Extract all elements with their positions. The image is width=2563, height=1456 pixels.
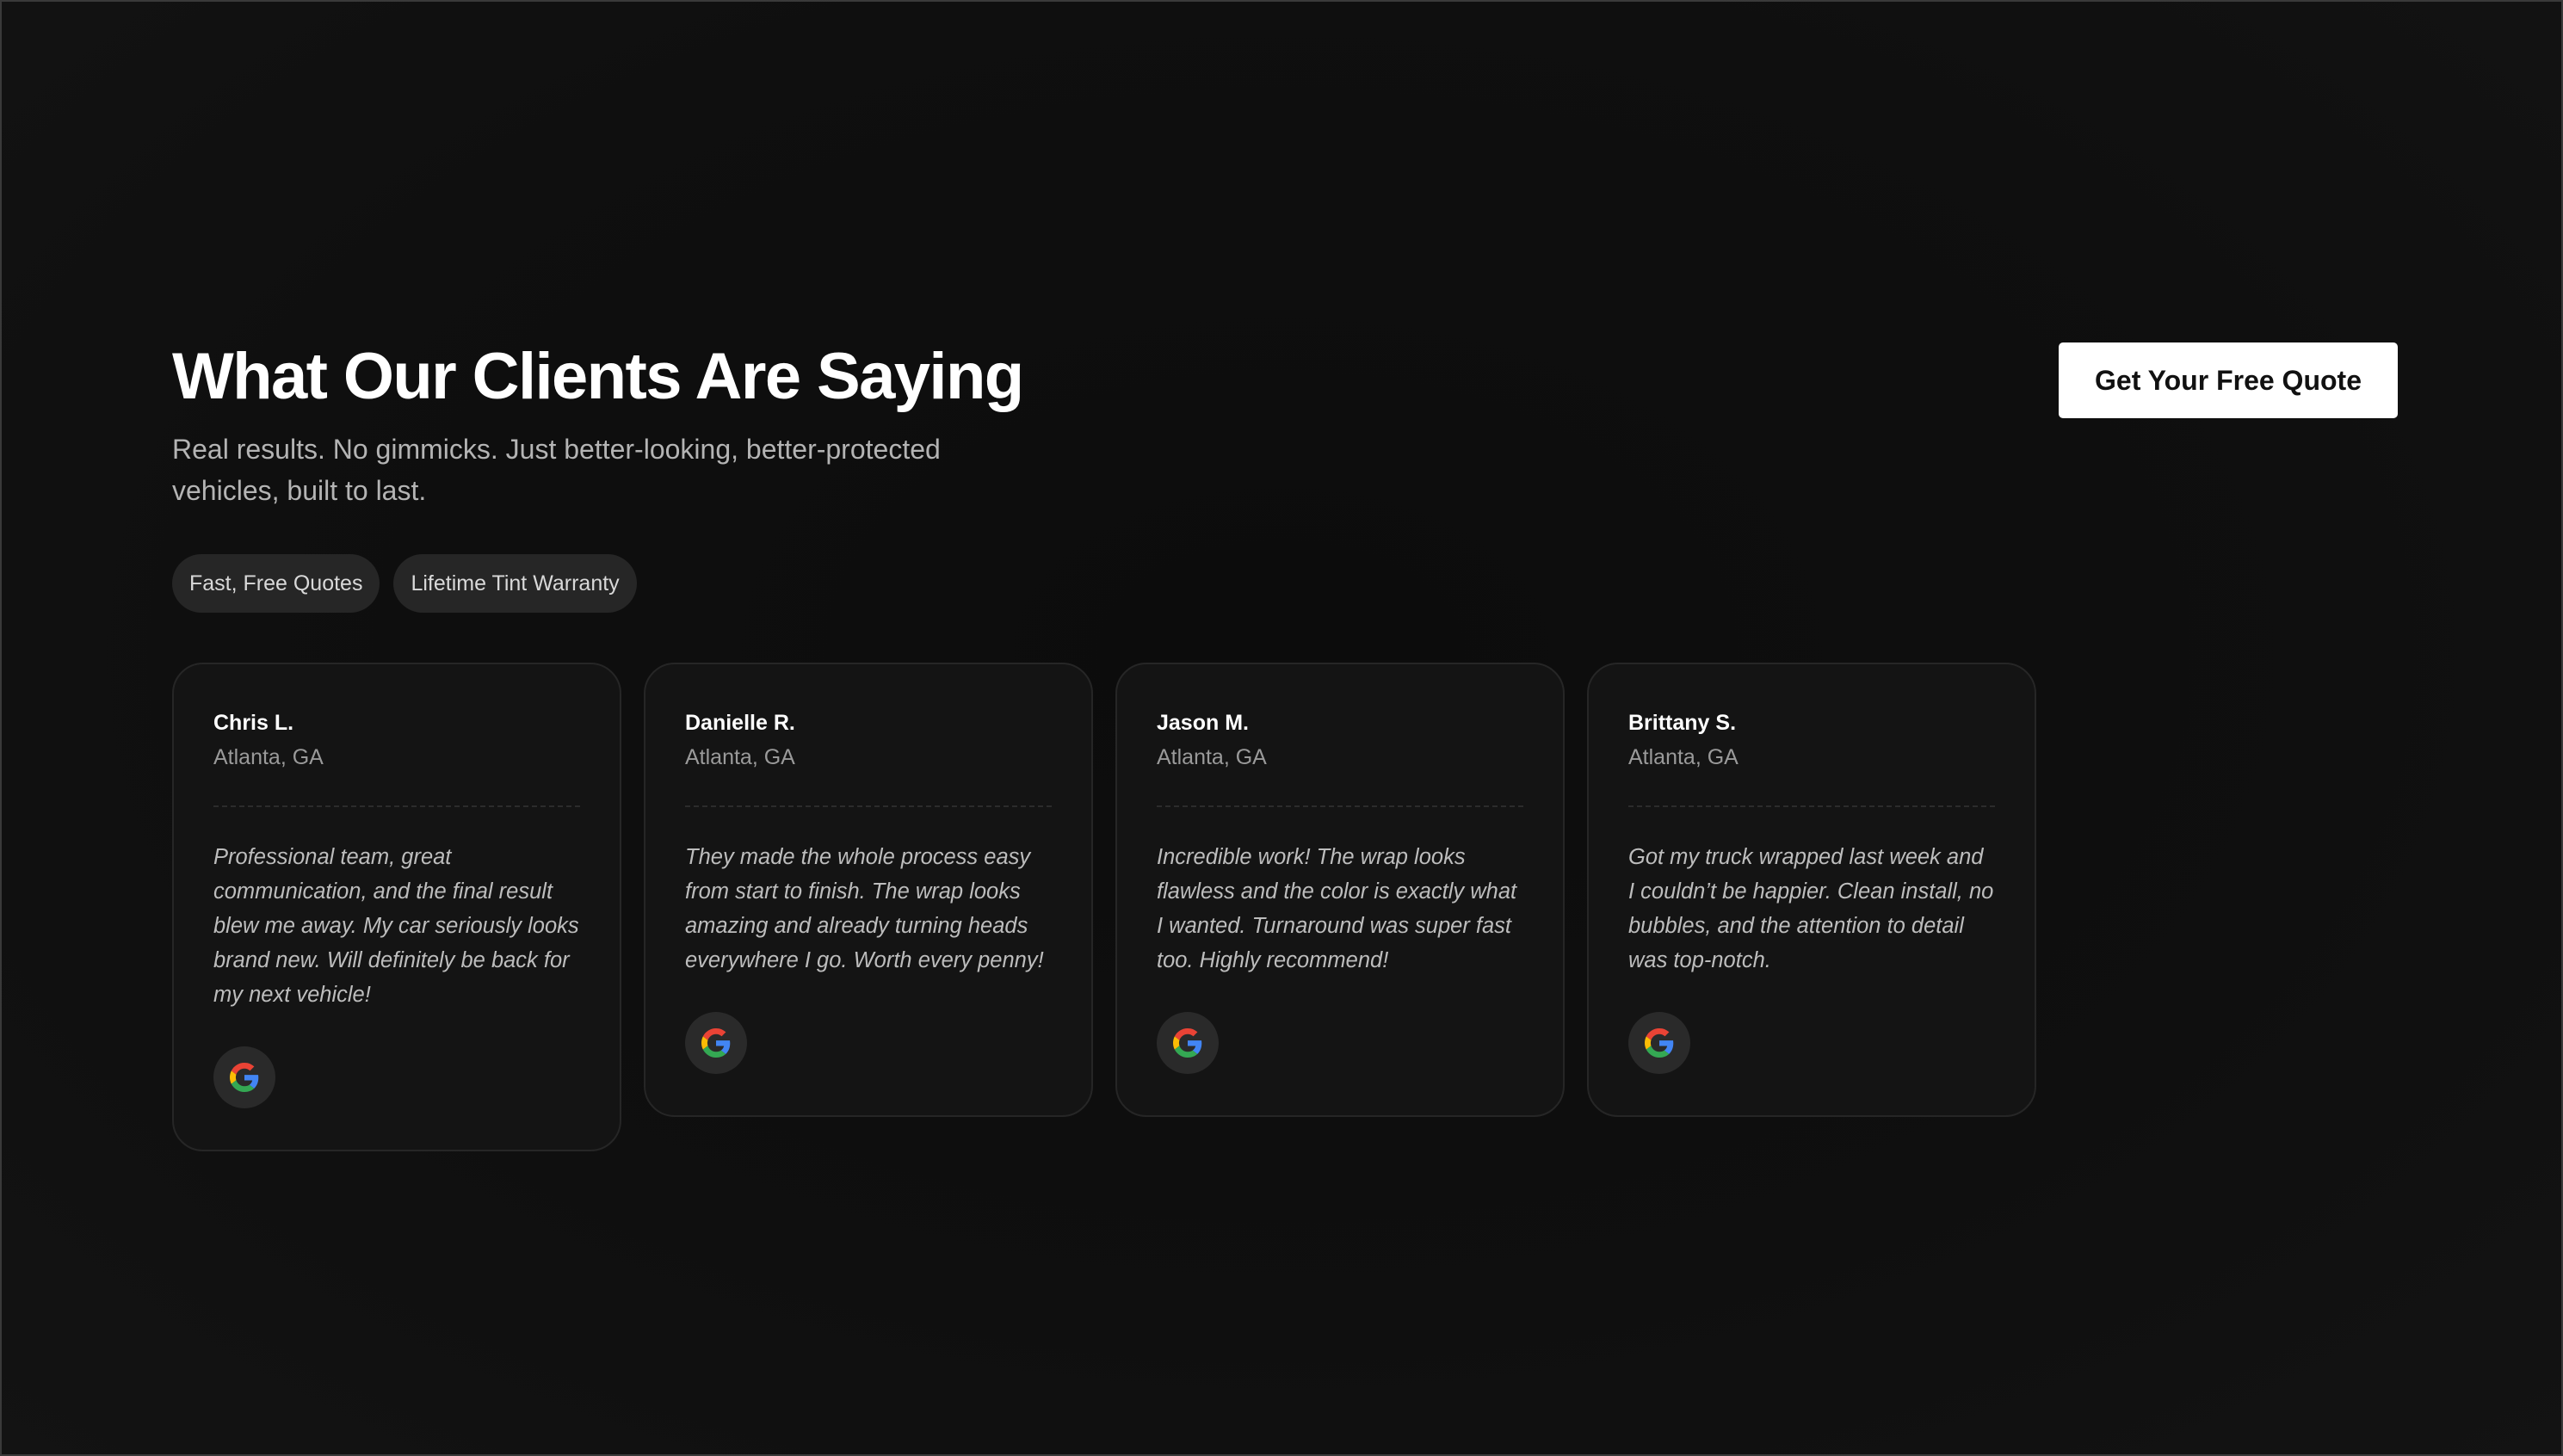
- testimonial-card: Jason M. Atlanta, GA Incredible work! Th…: [1115, 663, 1565, 1117]
- reviewer-name: Brittany S.: [1628, 711, 1737, 735]
- card-divider: [213, 805, 580, 807]
- reviewer-name: Danielle R.: [685, 711, 795, 735]
- card-divider: [1157, 805, 1523, 807]
- google-logo-svg: [1645, 1028, 1674, 1058]
- reviewer-name: Chris L.: [213, 711, 294, 735]
- testimonial-card: Brittany S. Atlanta, GA Got my truck wra…: [1587, 663, 2036, 1117]
- reviewer-name: Jason M.: [1157, 711, 1249, 735]
- testimonial-card: Danielle R. Atlanta, GA They made the wh…: [644, 663, 1093, 1117]
- testimonial-card: Chris L. Atlanta, GA Professional team, …: [172, 663, 621, 1151]
- card-divider: [685, 805, 1052, 807]
- google-logo-svg: [1173, 1028, 1202, 1058]
- testimonial-cards: Chris L. Atlanta, GA Professional team, …: [172, 663, 2036, 1151]
- reviewer-location: Atlanta, GA: [1157, 745, 1267, 769]
- google-logo-svg: [230, 1063, 259, 1092]
- google-logo-svg: [701, 1028, 731, 1058]
- review-text: They made the whole process easy from st…: [685, 845, 1044, 972]
- google-icon[interactable]: [1628, 1012, 1690, 1074]
- review-text: Professional team, great communication, …: [213, 845, 579, 1007]
- reviewer-location: Atlanta, GA: [1628, 745, 1739, 769]
- get-free-quote-button[interactable]: Get Your Free Quote: [2059, 342, 2398, 418]
- page-frame: What Our Clients Are Saying Real results…: [0, 0, 2563, 1456]
- card-divider: [1628, 805, 1995, 807]
- review-text: Got my truck wrapped last week and I cou…: [1628, 845, 1994, 972]
- google-icon[interactable]: [685, 1012, 747, 1074]
- review-text: Incredible work! The wrap looks flawless…: [1157, 845, 1517, 972]
- badge-lifetime-tint-warranty: Lifetime Tint Warranty: [393, 554, 637, 613]
- google-icon[interactable]: [213, 1046, 275, 1108]
- google-icon[interactable]: [1157, 1012, 1219, 1074]
- section-subtitle: Real results. No gimmicks. Just better-l…: [172, 434, 941, 506]
- reviewer-location: Atlanta, GA: [685, 745, 795, 769]
- badge-fast-free-quotes: Fast, Free Quotes: [172, 554, 380, 613]
- reviewer-location: Atlanta, GA: [213, 745, 324, 769]
- badge-row: Fast, Free Quotes Lifetime Tint Warranty: [172, 554, 2398, 613]
